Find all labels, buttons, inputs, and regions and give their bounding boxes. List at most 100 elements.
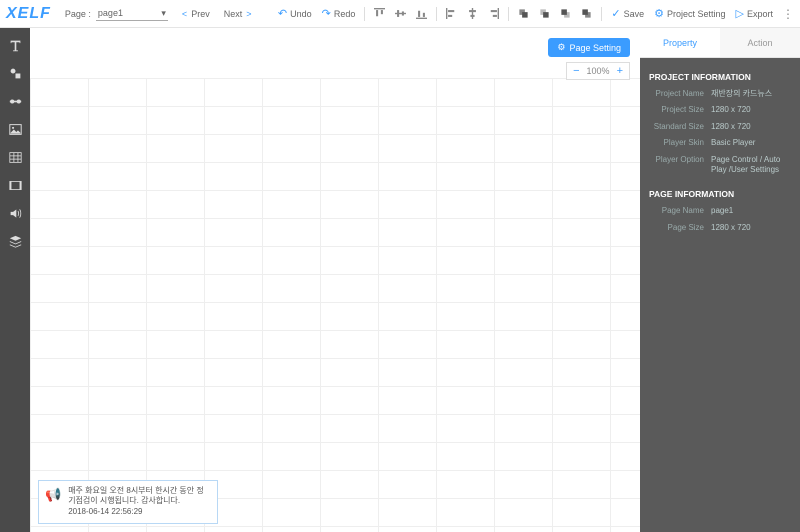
zoom-in-button[interactable]: + bbox=[617, 65, 623, 77]
slider-tool[interactable] bbox=[8, 94, 22, 108]
table-icon bbox=[9, 151, 22, 164]
align-vcenter-icon bbox=[395, 8, 406, 19]
app-logo: XELF bbox=[6, 5, 51, 23]
undo-button[interactable]: ↶Undo bbox=[278, 7, 312, 20]
right-panel: Property Action PROJECT INFORMATION Proj… bbox=[640, 28, 800, 532]
info-label: Player Skin bbox=[649, 138, 711, 148]
bring-forward-button[interactable] bbox=[539, 8, 550, 19]
separator bbox=[601, 7, 602, 21]
page-current: page1 bbox=[98, 8, 123, 18]
page-label: Page : bbox=[65, 9, 91, 19]
save-button[interactable]: ✓ Save bbox=[611, 7, 644, 20]
zoom-value: 100% bbox=[587, 66, 610, 76]
info-value: Page Control / Auto Play /User Settings bbox=[711, 155, 791, 176]
next-button[interactable]: Next> bbox=[224, 9, 252, 19]
image-icon bbox=[9, 123, 22, 136]
canvas-grid bbox=[30, 78, 640, 532]
export-label: Export bbox=[747, 9, 773, 19]
notice-time: 2018-06-14 22:56:29 bbox=[68, 507, 211, 518]
align-top-icon bbox=[374, 8, 385, 19]
save-icon: ✓ bbox=[611, 7, 620, 20]
gear-icon: ⚙ bbox=[654, 7, 664, 20]
table-tool[interactable] bbox=[8, 150, 22, 164]
notice-box: 📢 매주 화요일 오전 8시부터 한시간 동안 정기점검이 시행됩니다. 감사합… bbox=[38, 480, 218, 524]
info-label: Standard Size bbox=[649, 122, 711, 132]
text-icon bbox=[9, 39, 22, 52]
align-vcenter-button[interactable] bbox=[395, 8, 406, 19]
align-left-icon bbox=[446, 8, 457, 19]
info-value: page1 bbox=[711, 206, 791, 216]
layers-tool[interactable] bbox=[8, 234, 22, 248]
bring-forward-icon bbox=[539, 8, 550, 19]
zoom-out-button[interactable]: − bbox=[573, 65, 579, 77]
prev-button[interactable]: < Prev bbox=[182, 9, 210, 19]
send-backward-icon bbox=[560, 8, 571, 19]
info-row: Page Size1280 x 720 bbox=[649, 223, 791, 233]
separator bbox=[436, 7, 437, 21]
export-button[interactable]: ▷Export bbox=[736, 7, 773, 20]
info-row: Player SkinBasic Player bbox=[649, 138, 791, 148]
image-tool[interactable] bbox=[8, 122, 22, 136]
canvas-area[interactable]: ⚙ Page Setting − 100% + 📢 매주 화요일 오전 8시부터 … bbox=[30, 28, 640, 532]
notice-text: 매주 화요일 오전 8시부터 한시간 동안 정기점검이 시행됩니다. 감사합니다… bbox=[68, 486, 211, 508]
redo-icon: ↷ bbox=[322, 7, 331, 20]
top-toolbar: XELF Page : page1 ▾ < Prev Next> ↶Undo ↷R… bbox=[0, 0, 800, 28]
info-value: Basic Player bbox=[711, 138, 791, 148]
bring-front-button[interactable] bbox=[518, 8, 529, 19]
align-bottom-button[interactable] bbox=[416, 8, 427, 19]
info-value: 재반장의 카드뉴스 bbox=[711, 89, 791, 99]
separator bbox=[508, 7, 509, 21]
redo-button[interactable]: ↷Redo bbox=[322, 7, 356, 20]
page-setting-label: Page Setting bbox=[569, 43, 621, 53]
send-backward-button[interactable] bbox=[560, 8, 571, 19]
tab-property[interactable]: Property bbox=[640, 28, 720, 58]
info-label: Page Name bbox=[649, 206, 711, 216]
page-info-title: PAGE INFORMATION bbox=[649, 189, 791, 199]
slider-icon bbox=[9, 95, 22, 108]
tab-action[interactable]: Action bbox=[720, 28, 800, 58]
align-hcenter-button[interactable] bbox=[467, 8, 478, 19]
info-panel: PROJECT INFORMATION Project Name재반장의 카드뉴… bbox=[640, 58, 800, 532]
gear-icon: ⚙ bbox=[557, 42, 565, 53]
info-row: Project Size1280 x 720 bbox=[649, 105, 791, 115]
info-value: 1280 x 720 bbox=[711, 105, 791, 115]
redo-label: Redo bbox=[334, 9, 356, 19]
chevron-left-icon: < bbox=[182, 9, 187, 19]
more-menu-button[interactable]: ⋮ bbox=[782, 7, 794, 21]
video-icon bbox=[9, 179, 22, 192]
align-left-button[interactable] bbox=[446, 8, 457, 19]
play-icon: ▷ bbox=[736, 7, 744, 20]
send-back-icon bbox=[581, 8, 592, 19]
align-right-icon bbox=[488, 8, 499, 19]
project-setting-button[interactable]: ⚙Project Setting bbox=[654, 7, 725, 20]
text-tool[interactable] bbox=[8, 38, 22, 52]
prev-label: Prev bbox=[191, 9, 210, 19]
info-row: Project Name재반장의 카드뉴스 bbox=[649, 89, 791, 99]
video-tool[interactable] bbox=[8, 178, 22, 192]
send-back-button[interactable] bbox=[581, 8, 592, 19]
info-label: Page Size bbox=[649, 223, 711, 233]
next-label: Next bbox=[224, 9, 243, 19]
audio-tool[interactable] bbox=[8, 206, 22, 220]
align-hcenter-icon bbox=[467, 8, 478, 19]
align-right-button[interactable] bbox=[488, 8, 499, 19]
page-dropdown[interactable]: page1 ▾ bbox=[96, 7, 168, 21]
audio-icon bbox=[9, 207, 22, 220]
save-label: Save bbox=[624, 9, 645, 19]
info-label: Project Size bbox=[649, 105, 711, 115]
info-label: Project Name bbox=[649, 89, 711, 99]
chevron-right-icon: > bbox=[246, 9, 251, 19]
zoom-control: − 100% + bbox=[566, 62, 630, 80]
info-value: 1280 x 720 bbox=[711, 122, 791, 132]
separator bbox=[364, 7, 365, 21]
page-setting-button[interactable]: ⚙ Page Setting bbox=[548, 38, 630, 57]
project-setting-label: Project Setting bbox=[667, 9, 726, 19]
panel-tabs: Property Action bbox=[640, 28, 800, 58]
caret-down-icon: ▾ bbox=[161, 8, 166, 19]
bring-front-icon bbox=[518, 8, 529, 19]
page-selector: Page : page1 ▾ bbox=[65, 7, 168, 21]
shape-tool[interactable] bbox=[8, 66, 22, 80]
align-top-button[interactable] bbox=[374, 8, 385, 19]
undo-icon: ↶ bbox=[278, 7, 287, 20]
layers-icon bbox=[9, 235, 22, 248]
